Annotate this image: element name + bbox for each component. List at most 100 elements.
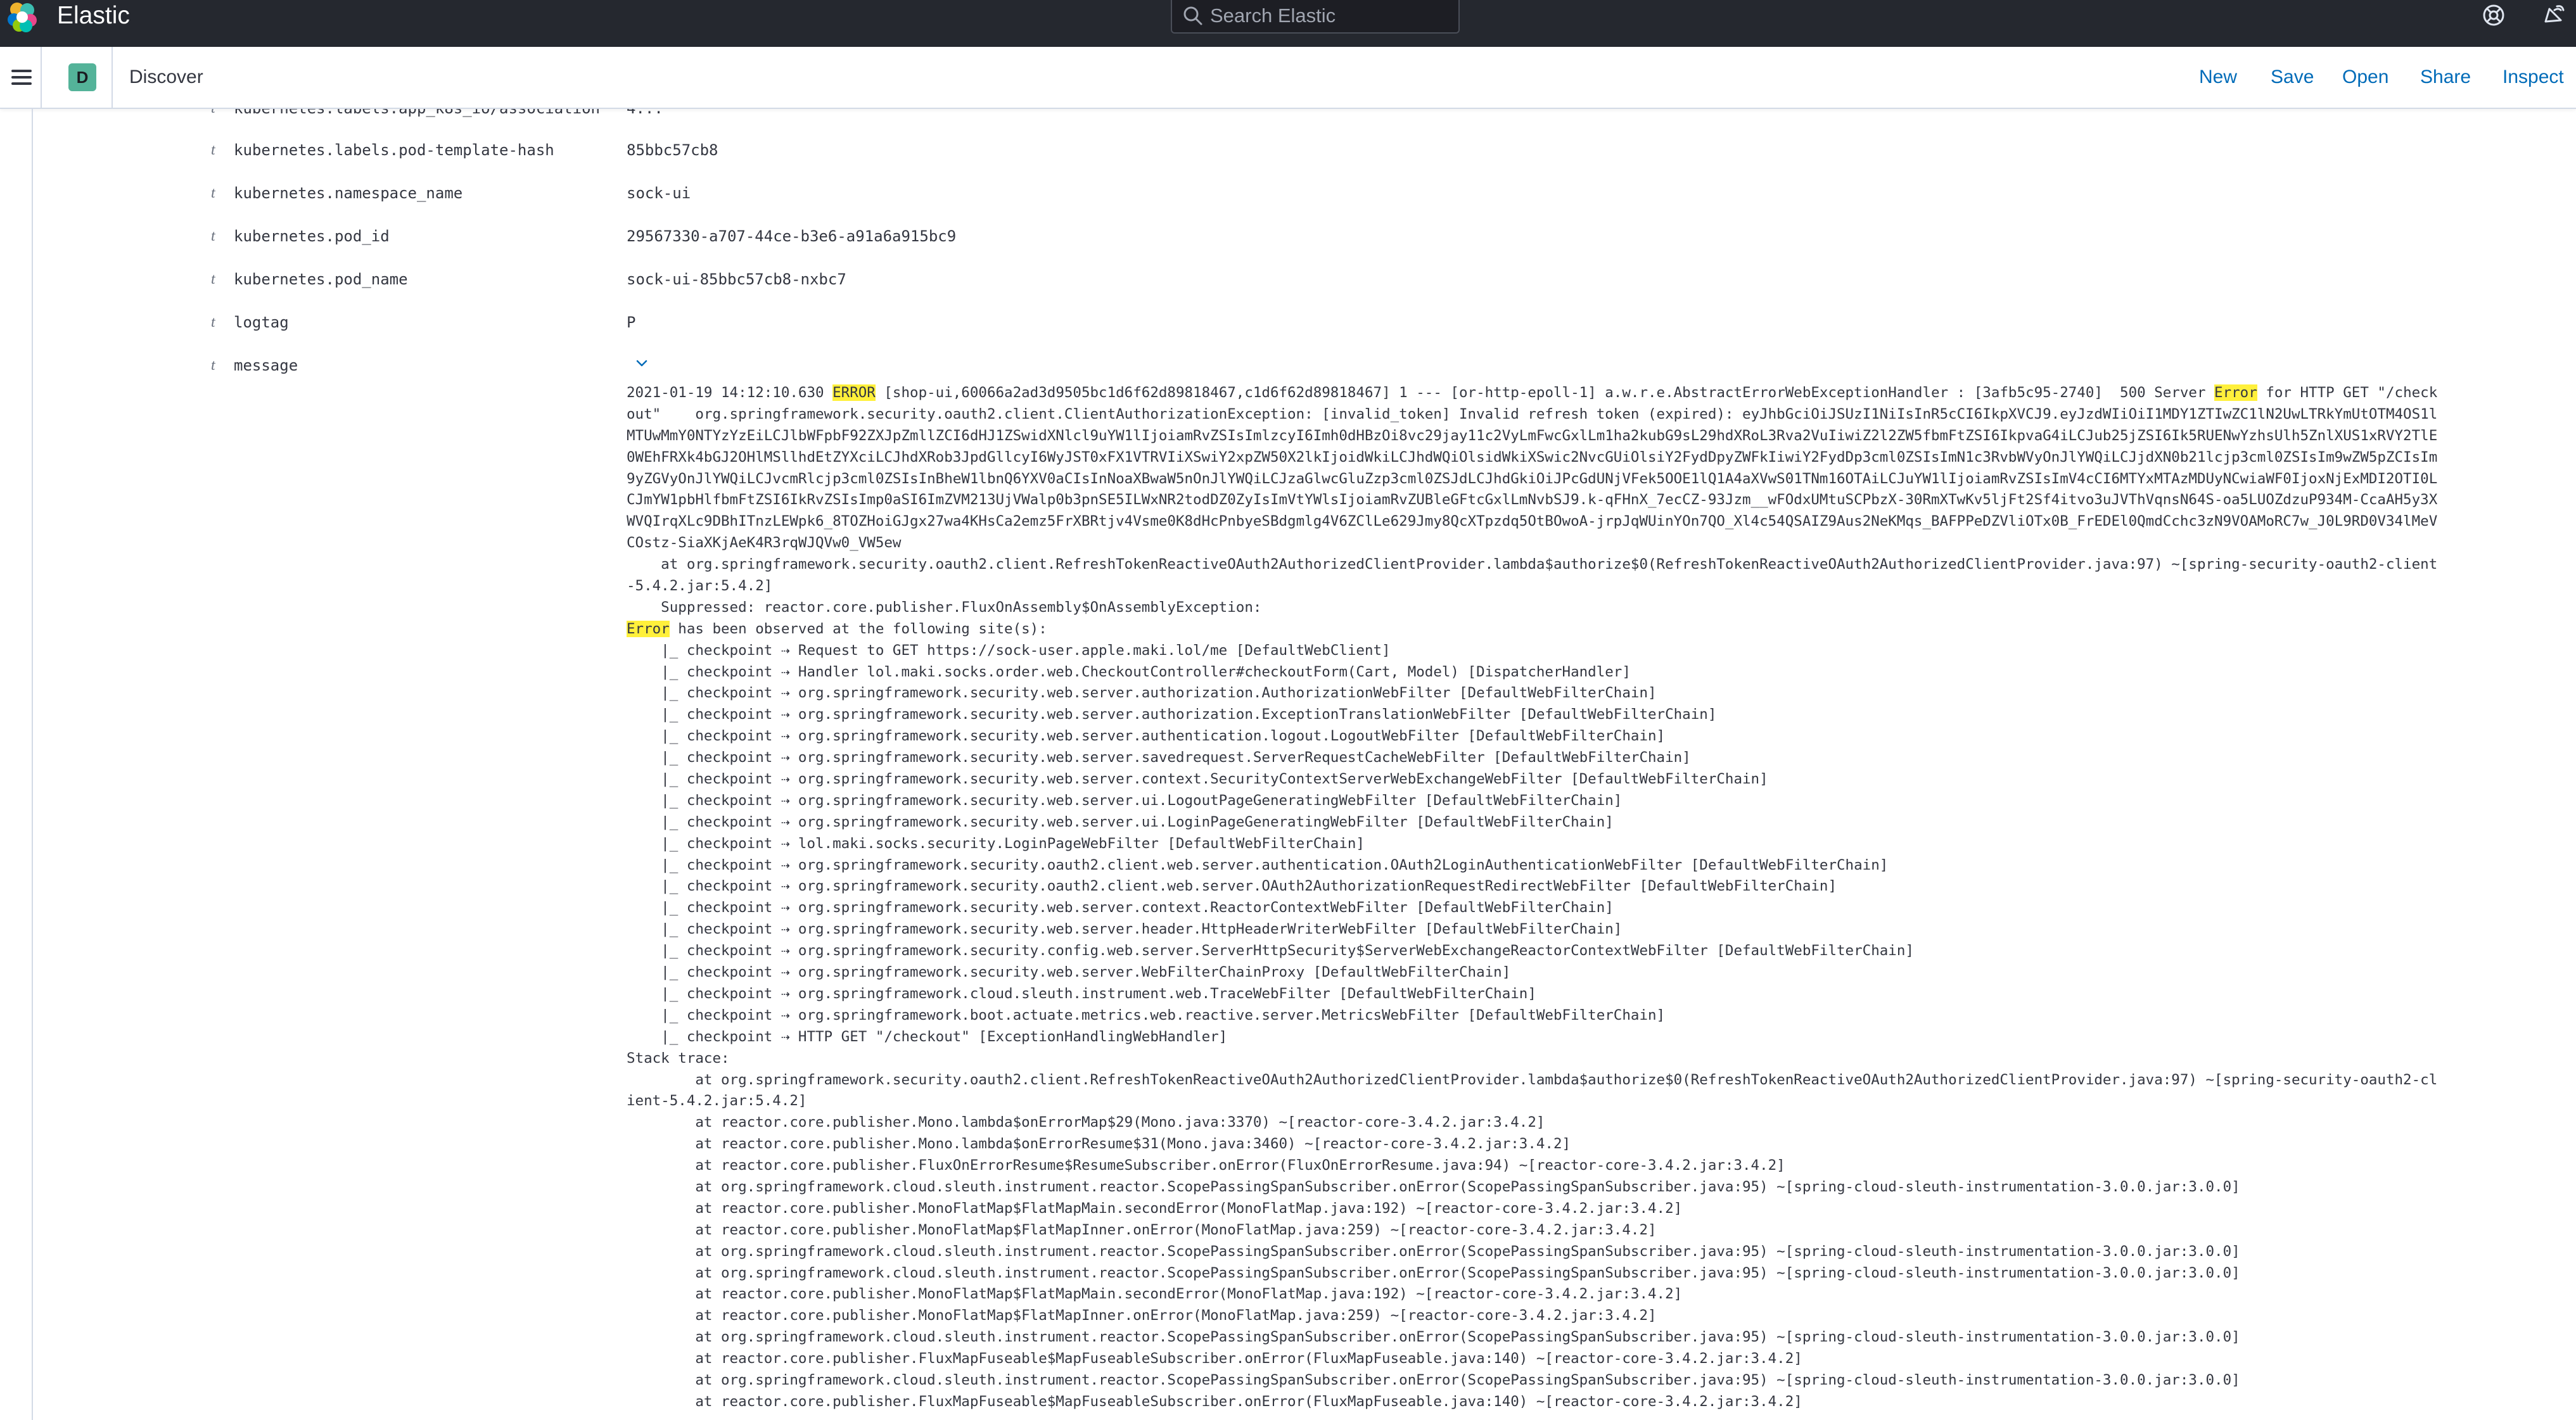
log-text: [shop-ui,60066a2ad3d9505bc1d6f62d8981846…	[875, 384, 2215, 401]
stack-frame: at reactor.core.publisher.Mono.lambda$on…	[627, 1114, 1545, 1131]
stack-frame: at reactor.core.publisher.Mono.lambda$on…	[627, 1136, 1571, 1153]
log-text: for HTTP GET "/check	[2257, 384, 2438, 401]
stack-frame: at org.springframework.cloud.sleuth.inst…	[627, 1243, 2240, 1260]
global-header: Elastic	[0, 0, 2576, 47]
log-timestamp: 2021-01-19 14:12:10.630	[627, 384, 833, 401]
string-type-icon: t	[211, 109, 215, 119]
inspect-button[interactable]: Inspect	[2503, 63, 2564, 91]
search-highlight: ERROR	[832, 384, 876, 401]
message-value: 2021-01-19 14:12:10.630 ERROR [shop-ui,6…	[627, 383, 2535, 1413]
stack-frame: at reactor.core.publisher.MonoFlatMap$Fl…	[627, 1286, 1683, 1303]
chevron-down-icon[interactable]	[633, 355, 651, 372]
log-line: at org.springframework.security.oauth2.c…	[627, 556, 2438, 573]
log-line: CJmYW1pbHlfbmFtZSI6IkRvZSIsImp0aSI6ImZVM…	[627, 491, 2438, 509]
search-input[interactable]	[1210, 0, 1451, 32]
space-avatar[interactable]: D	[68, 63, 96, 91]
global-search[interactable]	[1171, 0, 1460, 34]
field-name[interactable]: message	[234, 355, 298, 376]
log-line: 2021-01-19 14:12:10.630 ERROR [shop-ui,6…	[627, 383, 2535, 404]
stack-frame: at org.springframework.cloud.sleuth.inst…	[627, 1371, 2240, 1388]
table-row: t kubernetes.namespace_name sock-ui	[0, 182, 2576, 225]
string-type-icon: t	[211, 357, 215, 374]
search-icon	[1183, 6, 1202, 25]
string-type-icon: t	[211, 314, 215, 331]
checkpoint-line: |_ checkpoint ⇢ Handler lol.maki.socks.o…	[627, 663, 1631, 680]
string-type-icon: t	[211, 142, 215, 158]
string-type-icon: t	[211, 271, 215, 288]
string-type-icon: t	[211, 185, 215, 201]
checkpoint-line: |_ checkpoint ⇢ org.springframework.secu…	[627, 685, 1657, 702]
save-button[interactable]: Save	[2271, 63, 2314, 91]
field-value: sock-ui	[627, 184, 691, 202]
checkpoint-line: |_ checkpoint ⇢ lol.maki.socks.security.…	[627, 835, 1365, 852]
newsfeed-icon[interactable]	[2541, 3, 2566, 28]
stack-frame: at org.springframework.cloud.sleuth.inst…	[627, 1329, 2240, 1346]
checkpoint-line: |_ checkpoint ⇢ org.springframework.clou…	[627, 985, 1536, 1002]
log-line: Suppressed: reactor.core.publisher.FluxO…	[627, 599, 1262, 616]
checkpoint-line: |_ checkpoint ⇢ org.springframework.secu…	[627, 771, 1768, 788]
new-button[interactable]: New	[2199, 63, 2237, 91]
checkpoint-line: |_ checkpoint ⇢ org.springframework.boot…	[627, 1006, 1666, 1024]
menu-icon-bar	[11, 82, 32, 85]
log-line: Error has been observed at the following…	[627, 619, 2535, 640]
table-row: t kubernetes.labels.app_k8s_io/associati…	[0, 109, 2576, 141]
table-row: t logtag P	[0, 312, 2576, 355]
menu-icon-bar	[11, 76, 32, 79]
table-row: t kubernetes.pod_id 29567330-a707-44ce-b…	[0, 225, 2576, 269]
stack-frame: at reactor.core.publisher.MonoFlatMap$Fl…	[627, 1307, 1657, 1324]
checkpoint-line: |_ checkpoint ⇢ org.springframework.secu…	[627, 921, 1623, 938]
checkpoint-line: |_ checkpoint ⇢ org.springframework.secu…	[627, 878, 1837, 895]
search-highlight: Error	[627, 620, 670, 637]
search-highlight: Error	[2214, 384, 2257, 401]
app-header: D Discover New Save Open Share Inspect	[0, 47, 2576, 109]
checkpoint-line: |_ checkpoint ⇢ Request to GET https://s…	[627, 642, 1391, 659]
log-line: -5.4.2.jar:5.4.2]	[627, 578, 773, 595]
field-value: P	[627, 314, 636, 331]
header-divider	[112, 47, 113, 108]
help-icon[interactable]	[2481, 3, 2506, 28]
checkpoint-line: |_ checkpoint ⇢ org.springframework.secu…	[627, 942, 1914, 960]
checkpoint-line: |_ checkpoint ⇢ org.springframework.secu…	[627, 964, 1511, 981]
field-value: 85bbc57cb8	[627, 141, 718, 159]
log-line: out" org.springframework.security.oauth2…	[627, 405, 2438, 422]
brand-name: Elastic	[57, 2, 130, 29]
log-line: 0WEhFRXk4bGJ2OHlMSllhdEtZYXciLCJhdXRob3J…	[627, 448, 2438, 466]
log-text: has been observed at the following site(…	[669, 620, 1047, 637]
open-button[interactable]: Open	[2342, 63, 2388, 91]
field-name[interactable]: logtag	[234, 312, 289, 333]
field-name[interactable]: kubernetes.pod_name	[234, 269, 408, 290]
nav-menu-button[interactable]	[0, 47, 42, 108]
string-type-icon: t	[211, 228, 215, 244]
table-row: t kubernetes.pod_name sock-ui-85bbc57cb8…	[0, 269, 2576, 312]
field-name[interactable]: kubernetes.labels.app_k8s_io/association	[234, 109, 600, 119]
field-value: sock-ui-85bbc57cb8-nxbc7	[627, 270, 846, 288]
field-name[interactable]: kubernetes.labels.pod-template-hash	[234, 139, 554, 161]
checkpoint-line: |_ checkpoint ⇢ org.springframework.secu…	[627, 728, 1666, 745]
elastic-logo-icon[interactable]	[6, 1, 38, 33]
stack-frame: at reactor.core.publisher.FluxMapFuseabl…	[627, 1350, 1802, 1367]
field-value: 4...	[627, 109, 663, 119]
field-name[interactable]: kubernetes.namespace_name	[234, 182, 462, 204]
stack-frame: at org.springframework.security.oauth2.c…	[627, 1071, 2438, 1088]
table-row: t kubernetes.labels.pod-template-hash 85…	[0, 139, 2576, 182]
menu-icon-bar	[11, 70, 32, 72]
checkpoint-line: |_ checkpoint ⇢ org.springframework.secu…	[627, 856, 1889, 873]
share-button[interactable]: Share	[2420, 63, 2471, 91]
log-line: 9yZGVyOnJlYWQiLCJvcmRlcjp3cml0ZSIsInBheW…	[627, 470, 2438, 487]
stack-frame: at reactor.core.publisher.MonoFlatMap$Fl…	[627, 1200, 1683, 1217]
checkpoint-line: |_ checkpoint ⇢ HTTP GET "/checkout" [Ex…	[627, 1028, 1228, 1045]
checkpoint-line: |_ checkpoint ⇢ org.springframework.secu…	[627, 792, 1623, 809]
stack-frame: at reactor.core.publisher.FluxOnErrorRes…	[627, 1157, 1785, 1174]
stack-trace-header: Stack trace:	[627, 1049, 730, 1067]
stack-frame: at reactor.core.publisher.MonoFlatMap$Fl…	[627, 1221, 1657, 1238]
stack-frame: at reactor.core.publisher.FluxMapFuseabl…	[627, 1393, 1802, 1410]
stack-frame: at org.springframework.cloud.sleuth.inst…	[627, 1178, 2240, 1195]
field-name[interactable]: kubernetes.pod_id	[234, 225, 390, 247]
stack-frame: ient-5.4.2.jar:5.4.2]	[627, 1093, 807, 1110]
page-title: Discover	[129, 67, 203, 87]
log-line: WVQIrqXLc9DBhITnzLEWpk6_8TOZHoiGJgx27wa4…	[627, 513, 2438, 530]
log-line: COstz-SiaXKjAeK4R3rqWJQVw0_VW5ew	[627, 535, 902, 552]
checkpoint-line: |_ checkpoint ⇢ org.springframework.secu…	[627, 706, 1717, 723]
checkpoint-line: |_ checkpoint ⇢ org.springframework.secu…	[627, 899, 1614, 916]
checkpoint-line: |_ checkpoint ⇢ org.springframework.secu…	[627, 749, 1691, 766]
